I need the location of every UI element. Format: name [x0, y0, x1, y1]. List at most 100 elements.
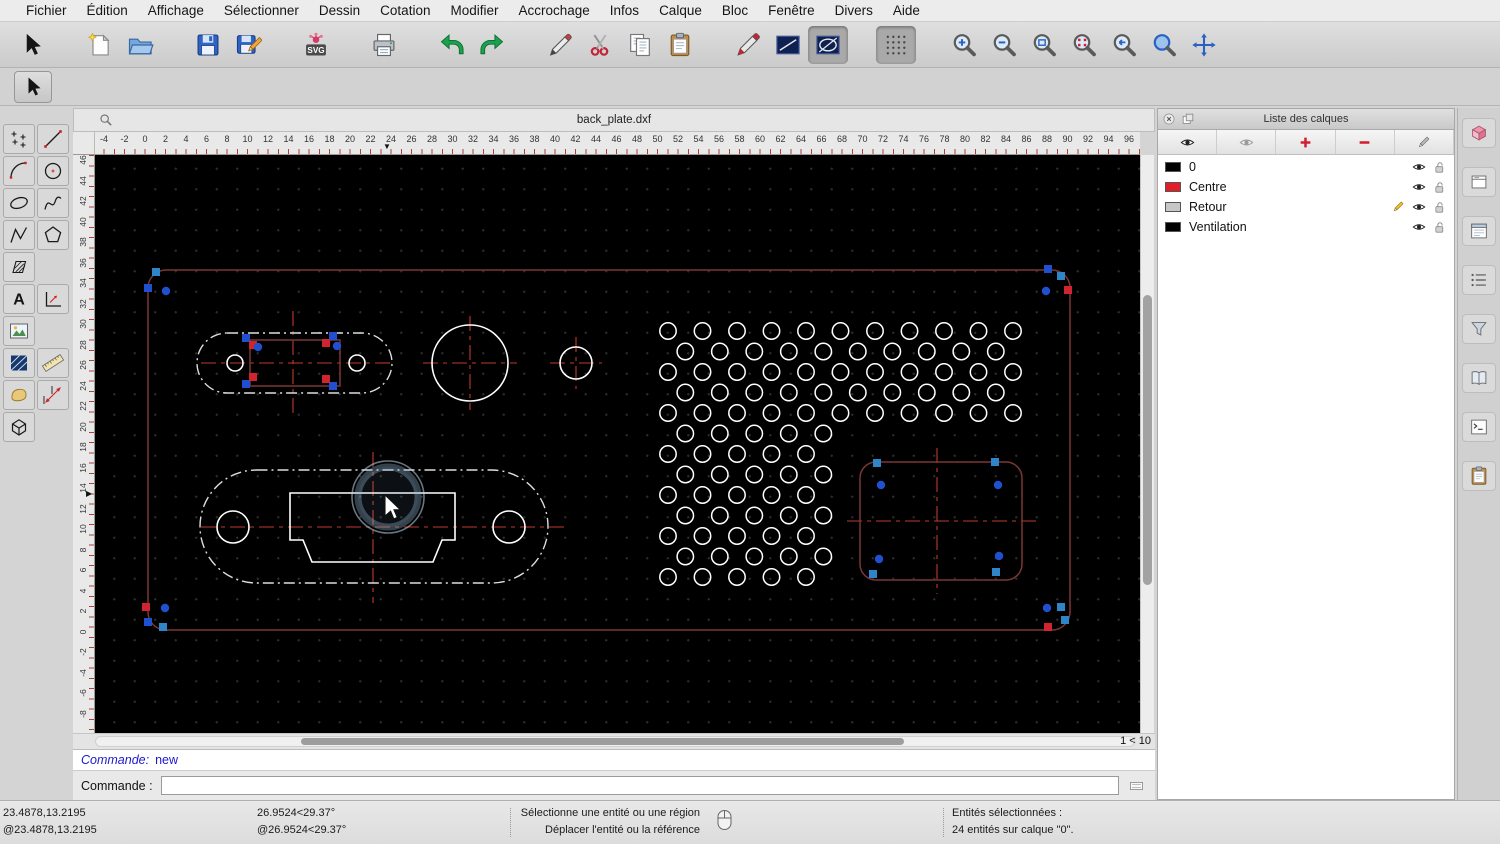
print-preview-button[interactable] [364, 26, 404, 64]
dock-window-button[interactable] [1462, 216, 1496, 246]
h-ruler-label: 16 [303, 134, 314, 144]
attributes-pen-button[interactable] [540, 26, 580, 64]
vertical-ruler: 46 44 42 40 38 36 34 32 30 28 26 24 22 20 18 16 14 12 10 8 6… [73, 155, 95, 733]
vertical-scrollbar-thumb[interactable] [1143, 295, 1152, 585]
layer-visibility-icon[interactable] [1412, 220, 1426, 234]
spline-tool-button[interactable] [37, 188, 69, 218]
dock-box-button[interactable] [1462, 167, 1496, 197]
export-svg-button[interactable]: SVG [296, 26, 336, 64]
pen-red-icon [734, 31, 762, 59]
shape-tool-button[interactable] [3, 380, 35, 410]
zoom-in-icon [950, 31, 978, 59]
horizontal-scrollbar-thumb[interactable] [301, 738, 904, 745]
hide-all-layers-button[interactable] [1217, 130, 1277, 154]
layer-visibility-icon[interactable] [1412, 200, 1426, 214]
menu-modifier[interactable]: Modifier [440, 3, 508, 18]
drawing-canvas[interactable] [95, 155, 1140, 733]
zoom-window-button[interactable] [1144, 26, 1184, 64]
command-keyboard-toggle[interactable] [1128, 779, 1145, 793]
paste-button[interactable] [660, 26, 700, 64]
v-ruler-label: 30 [78, 319, 88, 329]
ruler-tool-button[interactable] [37, 348, 69, 378]
copy-button[interactable] [620, 26, 660, 64]
text-tool-button[interactable]: A [3, 284, 35, 314]
select-pointer-button[interactable] [12, 26, 52, 64]
dimension-tool-button[interactable] [37, 380, 69, 410]
polygon-tool-button[interactable] [37, 220, 69, 250]
menu-fenetre[interactable]: Fenêtre [758, 3, 825, 18]
dock-entity-list-button[interactable] [1462, 265, 1496, 295]
menu-aide[interactable]: Aide [883, 3, 930, 18]
zoom-previous-button[interactable] [1104, 26, 1144, 64]
layer-row-ventilation[interactable]: Ventilation [1158, 217, 1454, 237]
layer-row-centre[interactable]: Centre [1158, 177, 1454, 197]
box3d-tool-button[interactable] [3, 412, 35, 442]
hint-line-1: Sélectionne une entité ou une région [520, 807, 700, 819]
menu-edition[interactable]: Édition [77, 3, 138, 18]
menu-dessin[interactable]: Dessin [309, 3, 370, 18]
layer-edit-pencil-icon[interactable] [1391, 200, 1405, 214]
layer-row-retour[interactable]: Retour [1158, 197, 1454, 217]
image-tool-button[interactable] [3, 316, 35, 346]
layer-lock-icon[interactable] [1433, 201, 1446, 214]
remove-layer-button[interactable] [1336, 130, 1395, 154]
zoom-auto-button[interactable] [1024, 26, 1064, 64]
close-panel-icon[interactable] [1162, 112, 1176, 126]
menu-bloc[interactable]: Bloc [712, 3, 758, 18]
book-icon [1468, 367, 1490, 389]
circle-tool-button[interactable] [37, 156, 69, 186]
menu-cotation[interactable]: Cotation [370, 3, 440, 18]
add-layer-button[interactable] [1276, 130, 1336, 154]
menu-accrochage[interactable]: Accrochage [508, 3, 599, 18]
ellipse-attributes-button[interactable] [808, 25, 848, 64]
menu-fichier[interactable]: Fichier [16, 3, 77, 18]
hatch-solid-tool-button[interactable] [3, 348, 35, 378]
line-attributes-button[interactable] [768, 26, 808, 64]
dock-command-button[interactable] [1462, 412, 1496, 442]
menu-divers[interactable]: Divers [825, 3, 883, 18]
dock-clipboard-button[interactable] [1462, 461, 1496, 491]
layer-visibility-icon[interactable] [1412, 180, 1426, 194]
select-tool-button[interactable] [14, 70, 52, 103]
dock-block-button[interactable] [1462, 118, 1496, 148]
polyline-tool-button[interactable] [3, 220, 35, 250]
h-ruler-label: 30 [447, 134, 458, 144]
command-input[interactable] [160, 776, 1119, 795]
cut-button[interactable] [580, 26, 620, 64]
edit-layer-button[interactable] [1395, 130, 1455, 154]
pan-button[interactable] [1184, 26, 1224, 64]
layer-lock-icon[interactable] [1433, 181, 1446, 194]
open-drawing-button[interactable] [120, 26, 160, 64]
vertical-scrollbar[interactable] [1140, 155, 1154, 733]
menu-calque[interactable]: Calque [649, 3, 712, 18]
rect-tool-button[interactable] [37, 284, 69, 314]
menu-infos[interactable]: Infos [600, 3, 649, 18]
detach-panel-icon[interactable] [1181, 112, 1195, 126]
redo-icon [478, 31, 506, 59]
zoom-in-button[interactable] [944, 26, 984, 64]
layer-visibility-icon[interactable] [1412, 160, 1426, 174]
hatch-tool-button[interactable] [3, 252, 35, 282]
menu-selectionner[interactable]: Sélectionner [214, 3, 309, 18]
undo-button[interactable] [432, 26, 472, 64]
redo-button[interactable] [472, 26, 512, 64]
menu-affichage[interactable]: Affichage [138, 3, 214, 18]
line-tool-button[interactable] [37, 124, 69, 154]
zoom-out-button[interactable] [984, 26, 1024, 64]
layer-lock-icon[interactable] [1433, 221, 1446, 234]
save-drawing-as-button[interactable] [228, 26, 268, 64]
save-drawing-button[interactable] [188, 26, 228, 64]
zoom-redraw-button[interactable] [1064, 26, 1104, 64]
points-tool-button[interactable] [3, 124, 35, 154]
dock-library-button[interactable] [1462, 363, 1496, 393]
layer-lock-icon[interactable] [1433, 161, 1446, 174]
layer-row-0[interactable]: 0 [1158, 157, 1454, 177]
arc-tool-button[interactable] [3, 156, 35, 186]
horizontal-scrollbar[interactable] [95, 736, 1135, 747]
dock-filter-button[interactable] [1462, 314, 1496, 344]
draw-pen-button[interactable] [728, 26, 768, 64]
new-drawing-button[interactable] [80, 26, 120, 64]
show-all-layers-button[interactable] [1158, 130, 1218, 154]
ellipse-tool-button[interactable] [3, 188, 35, 218]
grid-toggle-button[interactable] [876, 25, 916, 64]
